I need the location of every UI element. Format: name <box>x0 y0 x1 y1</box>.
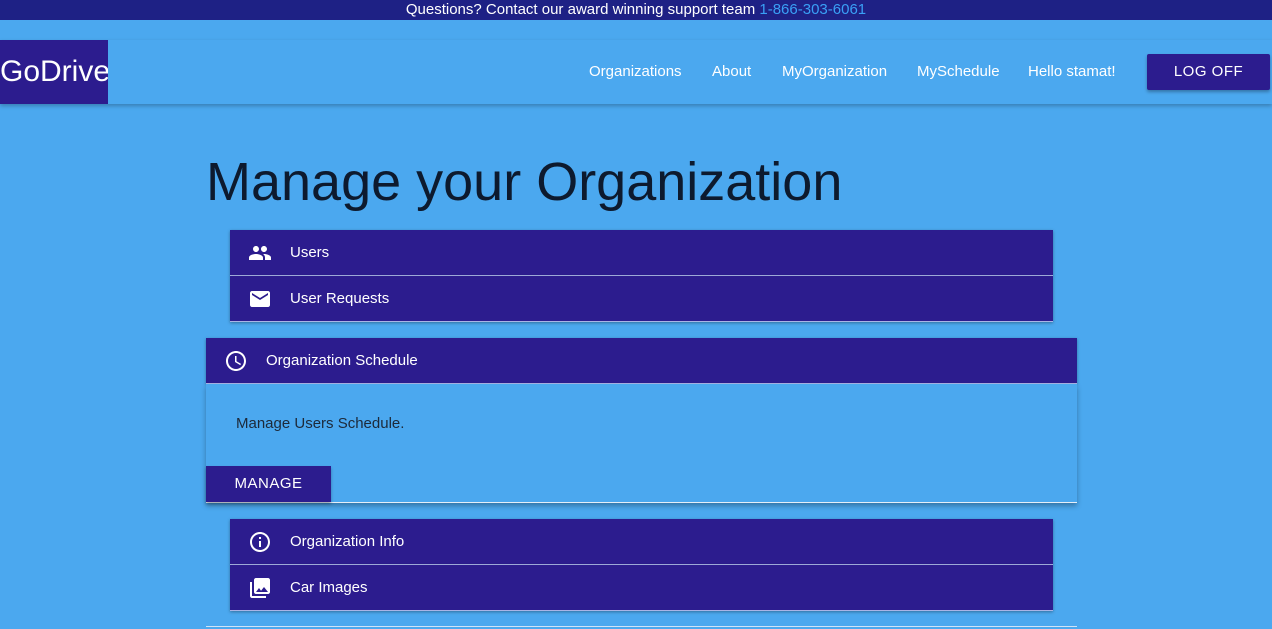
panel-label: Organization Schedule <box>266 352 418 369</box>
panel-user-requests[interactable]: User Requests <box>230 276 1053 322</box>
support-banner: Questions? Contact our award winning sup… <box>0 0 1272 20</box>
panel-organization-info[interactable]: Organization Info <box>230 519 1053 565</box>
panel-car-images[interactable]: Car Images <box>230 565 1053 611</box>
page-title: Manage your Organization <box>206 152 843 212</box>
nav-user-greeting[interactable]: Hello stamat! <box>1028 40 1116 104</box>
photo-library-icon <box>248 576 272 600</box>
app-header: GoDrive Organizations About MyOrganizati… <box>0 40 1272 104</box>
logo[interactable]: GoDrive <box>0 40 108 104</box>
schedule-panel-content: Manage Users Schedule. MANAGE <box>206 384 1077 503</box>
panel-label: User Requests <box>290 290 390 307</box>
panel-label: Car Images <box>290 579 368 596</box>
log-off-button[interactable]: LOG OFF <box>1147 54 1270 90</box>
support-phone-link[interactable]: 1-866-303-6061 <box>759 1 866 18</box>
panel-label: Users <box>290 244 330 261</box>
manage-button[interactable]: MANAGE <box>206 466 331 502</box>
nav-organizations[interactable]: Organizations <box>589 40 682 104</box>
support-text: Questions? Contact our award winning sup… <box>405 1 760 18</box>
clock-icon <box>224 349 248 373</box>
info-icon <box>248 530 272 554</box>
panel-users[interactable]: Users <box>230 230 1053 276</box>
panel-label: Organization Info <box>290 533 405 550</box>
people-icon <box>248 241 272 265</box>
mail-icon <box>248 287 272 311</box>
panel-organization-schedule[interactable]: Organization Schedule <box>206 338 1077 384</box>
schedule-description: Manage Users Schedule. <box>236 415 405 432</box>
nav-about[interactable]: About <box>712 40 751 104</box>
nav-my-organization[interactable]: MyOrganization <box>782 40 887 104</box>
divider <box>206 626 1077 627</box>
nav-my-schedule[interactable]: MySchedule <box>917 40 1000 104</box>
